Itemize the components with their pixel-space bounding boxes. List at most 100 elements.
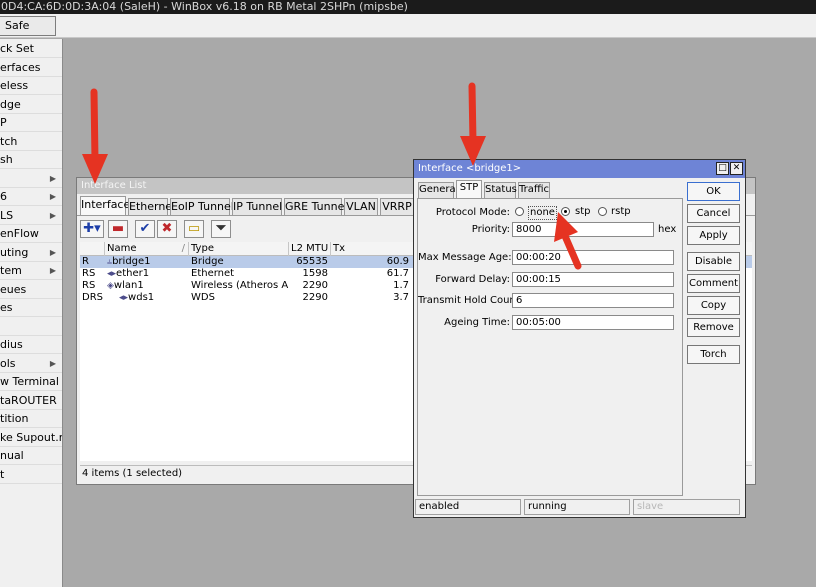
column-name[interactable]: Name /	[105, 242, 189, 256]
table-cell: 65535	[296, 256, 328, 267]
interface-name: ether1	[116, 268, 150, 279]
sidebar-item[interactable]: w Terminal	[0, 373, 62, 391]
remove-icon: ▬	[111, 221, 125, 236]
cancel-button[interactable]: Cancel	[687, 204, 740, 223]
remove-interface-button[interactable]: Remove	[687, 318, 740, 337]
sidebar-item-label: eless	[0, 79, 29, 92]
sidebar-item[interactable]: enFlow	[0, 225, 62, 243]
tab-3[interactable]: IP Tunnel	[232, 198, 282, 215]
apply-button[interactable]: Apply	[687, 226, 740, 245]
tab-0[interactable]: Interface	[80, 196, 130, 215]
column-tx[interactable]: Tx	[331, 242, 421, 256]
forward-delay-input[interactable]: 00:00:15	[512, 272, 674, 287]
sidebar-item[interactable]: 6 ▶	[0, 188, 62, 206]
sidebar-item[interactable]: eues	[0, 281, 62, 299]
ageing-time-input[interactable]: 00:05:00	[512, 315, 674, 330]
sidebar-item-label: enFlow	[0, 227, 39, 240]
remove-button[interactable]: ▬	[108, 220, 128, 238]
sidebar-item[interactable]: tition	[0, 410, 62, 428]
sidebar-item[interactable]: dge	[0, 96, 62, 114]
comment-interface-button[interactable]: Comment	[687, 274, 740, 293]
tab-1[interactable]: Ethernet	[128, 198, 176, 215]
add-button[interactable]: ✚▾	[80, 220, 104, 238]
sidebar-item-label: ck Set	[0, 42, 34, 55]
column-type[interactable]: Type	[189, 242, 289, 256]
dialog-tab-stp[interactable]: STP	[456, 180, 482, 199]
sidebar-item[interactable]: LS ▶	[0, 207, 62, 225]
forward-delay-label: Forward Delay:	[435, 274, 510, 285]
filter-button[interactable]: ⏷	[211, 220, 231, 238]
sidebar-item-label: ke Supout.rif	[0, 430, 62, 444]
disable-interface-button[interactable]: Disable	[687, 252, 740, 271]
radio-none[interactable]	[515, 207, 524, 216]
tab-4[interactable]: GRE Tunnel	[284, 198, 347, 215]
sidebar-item[interactable]: erfaces	[0, 59, 62, 77]
sidebar-item-label: eues	[0, 282, 27, 296]
table-cell: Ethernet	[191, 268, 235, 279]
column-l2mtu[interactable]: L2 MTU	[289, 242, 331, 256]
sidebar-item-label: dius	[0, 338, 23, 351]
max-message-age-input[interactable]: 00:00:20	[512, 250, 674, 265]
dialog-tab-general[interactable]: General	[418, 182, 458, 198]
submenu-arrow-icon: ▶	[49, 247, 56, 257]
transmit-hold-count-label: Transmit Hold Count:	[418, 295, 524, 306]
sidebar-item-label: w Terminal	[0, 375, 59, 388]
ok-button[interactable]: OK	[687, 182, 740, 201]
comment-button[interactable]: ▭	[184, 220, 204, 238]
tab-5[interactable]: VLAN	[344, 198, 378, 215]
sidebar-item-label: uting	[0, 245, 29, 259]
radio-rstp-label[interactable]: rstp	[611, 206, 631, 218]
table-cell: ◂▸ether1	[105, 268, 189, 280]
sidebar-item[interactable]: t	[0, 466, 62, 484]
sidebar-item[interactable]: eless	[0, 77, 62, 95]
sidebar-item[interactable]: tem ▶	[0, 262, 62, 280]
radio-rstp[interactable]	[598, 207, 607, 216]
sidebar-item[interactable]: tch	[0, 133, 62, 151]
table-cell: ◂▸wds1	[105, 292, 189, 304]
sidebar-item[interactable]: P	[0, 114, 62, 132]
sidebar-item[interactable]: ols ▶	[0, 355, 62, 373]
sort-icon: /	[181, 243, 185, 254]
transmit-hold-count-input[interactable]: 6	[512, 293, 674, 308]
table-cell: WDS	[191, 292, 215, 303]
comment-icon: ▭	[187, 221, 201, 236]
disable-button[interactable]: ✖	[157, 220, 177, 238]
window-title-bar: 0D4:CA:6D:0D:3A:04 (SaleH) - WinBox v6.1…	[0, 0, 816, 14]
maximize-icon: □	[718, 163, 727, 173]
priority-label: Priority:	[471, 224, 510, 235]
maximize-button[interactable]: □	[716, 162, 729, 175]
sidebar-item[interactable]: es	[0, 299, 62, 317]
copy-button[interactable]: Copy	[687, 296, 740, 315]
column-flags[interactable]	[80, 242, 105, 256]
interface-type-icon: ◂▸	[119, 293, 129, 303]
safe-mode-button[interactable]: Safe Mode	[0, 16, 56, 50]
tab-2[interactable]: EoIP Tunnel	[170, 198, 234, 215]
sidebar-item-label: taROUTER	[0, 393, 57, 407]
table-cell: R	[82, 256, 89, 267]
sidebar-item-label: LS	[0, 208, 14, 222]
sidebar-item[interactable]: taROUTER	[0, 392, 62, 410]
sidebar-item-label: 6	[0, 190, 7, 203]
sidebar-item[interactable]: ke Supout.rif	[0, 429, 62, 447]
status-slave: slave	[633, 499, 740, 515]
submenu-arrow-icon: ▶	[49, 210, 56, 220]
sidebar-item-label: tch	[0, 134, 18, 148]
torch-button[interactable]: Torch	[687, 345, 740, 364]
close-button[interactable]: ✕	[730, 162, 743, 175]
sidebar-item[interactable]: ▶	[0, 170, 62, 188]
dialog-tab-traffic[interactable]: Traffic	[518, 182, 550, 198]
sidebar-item[interactable]: dius	[0, 336, 62, 354]
table-cell: DRS	[82, 292, 103, 303]
sidebar-item[interactable]: sh	[0, 151, 62, 169]
sidebar-item[interactable]: nual	[0, 447, 62, 465]
sidebar-item[interactable]	[0, 318, 62, 336]
dialog-tab-status[interactable]: Status	[484, 182, 517, 198]
sidebar-item[interactable]: uting ▶	[0, 244, 62, 262]
protocol-mode-label: Protocol Mode:	[435, 207, 510, 218]
filter-icon: ⏷	[215, 221, 227, 236]
enable-button[interactable]: ✔	[135, 220, 155, 238]
table-cell: 1.7 k	[393, 280, 418, 291]
sidebar-item[interactable]: ck Set	[0, 40, 62, 58]
tab-6[interactable]: VRRP	[380, 198, 414, 215]
close-icon: ✕	[732, 163, 741, 173]
